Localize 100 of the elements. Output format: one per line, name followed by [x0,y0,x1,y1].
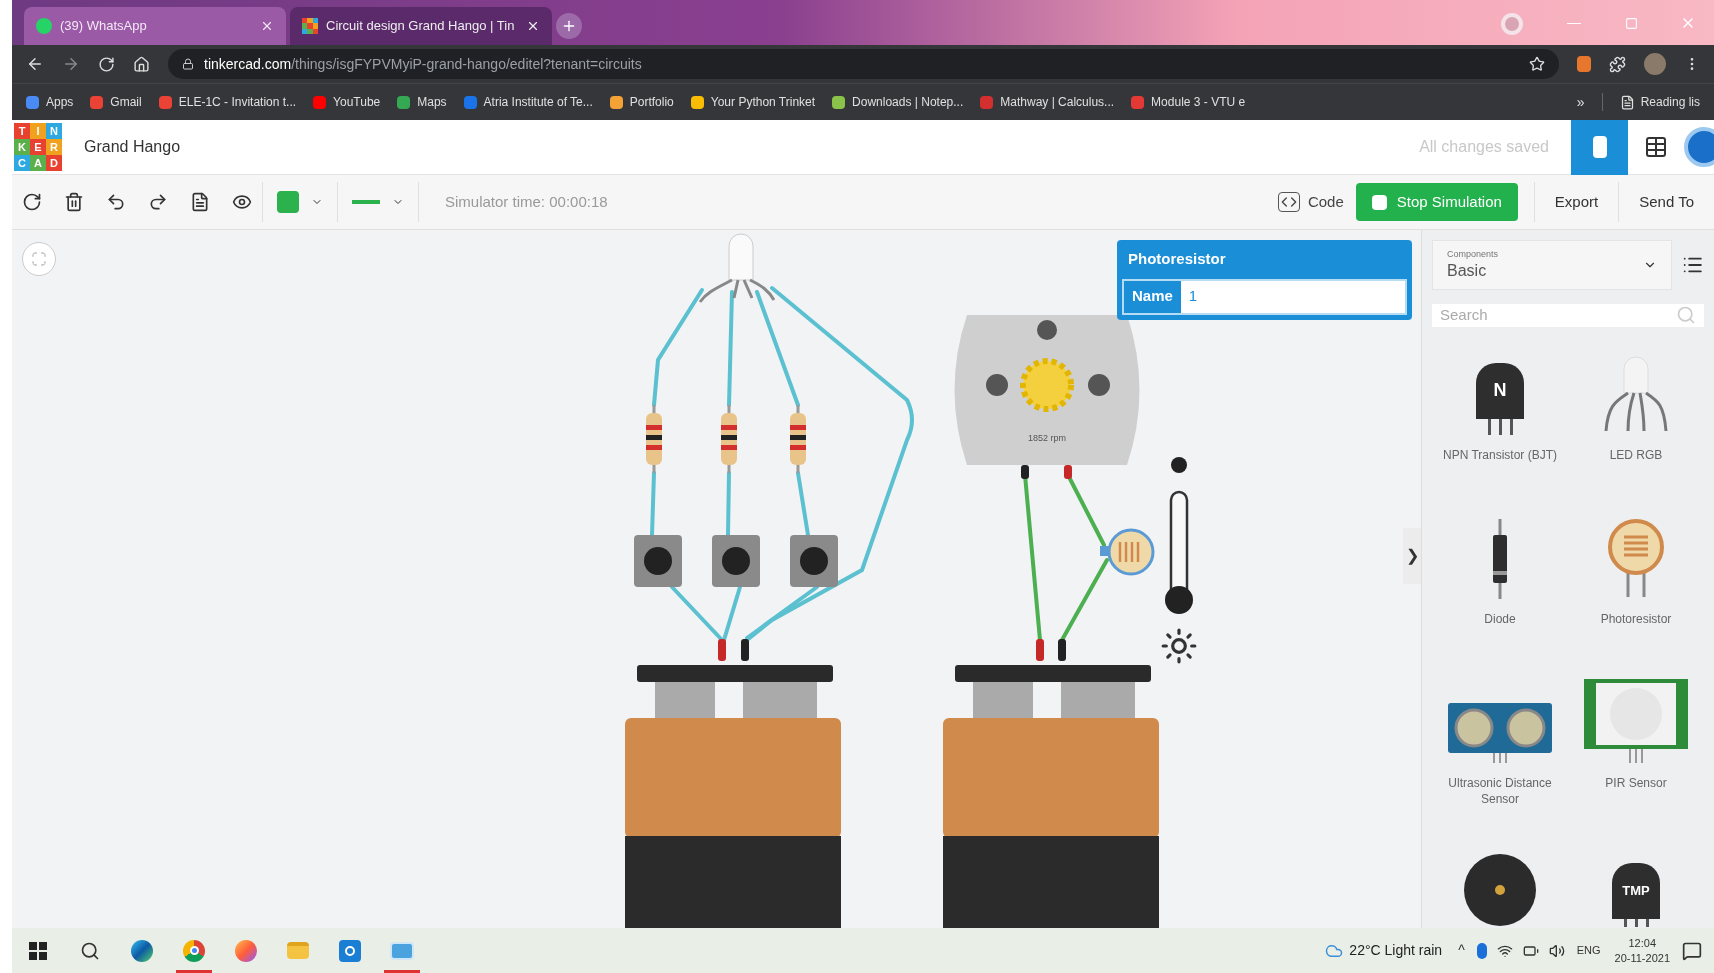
resistor-drawing [790,405,806,473]
logo-letter: T [14,123,30,139]
browser-tab[interactable]: (39) WhatsApp [24,7,286,45]
logo-letter: D [46,155,62,171]
component-item[interactable]: Diode [1432,504,1568,655]
redo-icon[interactable] [148,192,168,212]
tray-expand-button[interactable]: ^ [1458,940,1465,961]
motor-speed-reading: 1852 rpm [1028,433,1066,443]
reload-icon[interactable] [98,55,115,73]
field-value: 1 [1187,286,1199,307]
popup-title: Photoresistor [1127,249,1227,269]
component-item[interactable]: LED RGB [1568,340,1704,491]
weather-widget[interactable]: 22°C Light rain [1325,940,1443,961]
avatar[interactable] [1644,53,1666,75]
component-label: Diode [1483,610,1517,627]
more-bookmarks-button[interactable]: » [1576,91,1585,113]
component-label: NPN Transistor (BJT) [1442,446,1558,463]
tab-title: Circuit design Grand Hango | Tin [326,17,516,36]
battery-lead [1058,639,1066,661]
home-icon[interactable] [133,55,150,73]
diode-icon [1490,518,1510,599]
component-item[interactable]: N NPN Transistor (BJT) [1432,340,1568,491]
bookmark[interactable]: ELE-1C - Invitation t... [158,93,297,111]
bookmark[interactable]: Apps [26,93,74,111]
buzzer-icon [1463,852,1537,927]
url-text: tinkercad.com/things/isgFYPVMyiP-grand-hango/editel?tenant=circuits [204,54,642,74]
avatar[interactable] [1684,127,1714,167]
logo-letter: K [14,139,30,155]
address-bar[interactable]: tinkercad.com/things/isgFYPVMyiP-grand-hango/editel?tenant=circuits [168,49,1559,79]
bookmark[interactable]: Portfolio [609,93,674,111]
new-tab-icon[interactable] [556,13,582,39]
extension-icon[interactable] [1577,56,1591,72]
circuit-view-button[interactable] [1571,119,1628,175]
app-icon[interactable] [339,939,361,962]
browser-tab[interactable]: Circuit design Grand Hango | Tin [290,7,552,45]
bookmark[interactable]: Module 3 - VTU e [1131,93,1246,111]
notes-icon[interactable] [190,192,210,212]
delete-icon[interactable] [64,192,84,212]
project-title[interactable]: Grand Hango [84,135,181,159]
reading-list-icon [1619,94,1635,110]
send-to-button[interactable]: Send To [1619,182,1714,222]
bookmark[interactable]: Gmail [90,93,142,111]
browser-icon[interactable] [131,939,153,962]
clock[interactable]: 12:04 20-11-2021 [1614,935,1670,966]
brightness-icon [1160,627,1198,665]
rotate-icon[interactable] [22,192,42,212]
bookmark[interactable]: YouTube [313,93,381,111]
logo-letter: A [30,155,46,171]
forward-icon[interactable] [62,55,80,73]
component-item[interactable]: TMP [1568,832,1704,928]
battery-lead [718,639,726,661]
table-icon[interactable] [1644,135,1668,159]
extensions-icon[interactable] [1609,55,1626,73]
tab-title: (39) WhatsApp [60,17,148,36]
close-icon[interactable] [526,19,540,33]
bookmark[interactable]: Maps [397,93,447,111]
battery-lead [1036,639,1044,661]
battery-lead [741,639,749,661]
bookmark-star-icon[interactable] [1529,56,1545,72]
name-field[interactable]: Name 1 [1122,278,1407,315]
export-button[interactable]: Export [1534,182,1619,222]
bookmark[interactable]: Mathway | Calculus... [980,93,1115,111]
undo-icon[interactable] [106,192,126,212]
visibility-icon[interactable] [232,192,252,212]
bluetooth-icon[interactable] [1476,942,1487,959]
notifications-icon[interactable] [1682,940,1702,961]
wire [726,471,731,537]
bookmark[interactable]: Your Python Trinket [690,93,816,111]
light-slider-drawing[interactable] [1165,457,1193,614]
browser-icon[interactable] [235,939,257,962]
wire [650,471,656,537]
logo-letter: N [46,123,62,139]
close-icon[interactable] [260,19,274,33]
search-icon[interactable] [80,940,100,961]
component-item[interactable]: Photoresistor [1568,504,1704,655]
logo-letter: C [14,155,30,171]
logo-letter: I [30,123,46,139]
component-item[interactable]: Ultrasonic Distance Sensor [1432,668,1568,819]
canvas[interactable]: 1852 rpm Photoresistor Name 1 ❯ [12,230,1421,928]
language-indicator[interactable]: ENG [1576,942,1601,959]
clock-date: 20-11-2021 [1614,950,1670,966]
simulator-time: Simulator time: 00:00:18 [445,191,608,212]
resistor-drawing [646,405,662,473]
component-label: LED RGB [1608,446,1664,463]
windows-icon[interactable] [29,941,47,960]
browser-icon[interactable] [183,939,205,962]
back-icon[interactable] [26,55,44,73]
logo-letter: R [46,139,62,155]
components-dropdown[interactable]: Components Basic [1432,240,1673,290]
component-item[interactable]: PIR Sensor [1568,668,1704,819]
search-icon [1676,305,1696,326]
code-button[interactable]: Code [1265,182,1356,222]
collapse-panel-button[interactable]: ❯ [1403,528,1421,584]
dropdown-value: Basic [1447,260,1488,281]
bookmark[interactable]: Atria Institute of Te... [463,93,593,111]
reading-list-button[interactable]: Reading lis [1619,93,1700,111]
bookmark[interactable]: Downloads | Notep... [832,93,964,111]
pushbutton-drawing [790,535,838,587]
volume-icon[interactable] [1548,942,1565,959]
resistor-drawing [721,405,737,473]
